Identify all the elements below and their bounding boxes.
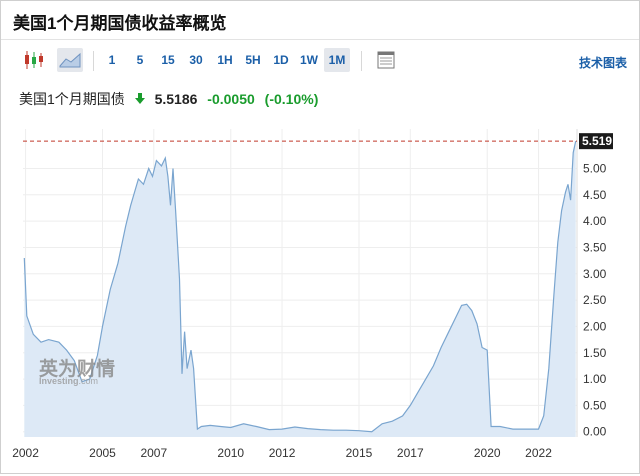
technical-chart-link[interactable]: 技术图表	[579, 54, 627, 71]
yield-chart: 0.00 0.50 1.00 1.50 2.00 2.50 3.00 3.50 4.00 4.50…	[12, 129, 613, 460]
interval-30[interactable]: 30	[183, 48, 209, 72]
toolbar-divider	[361, 51, 362, 71]
interval-1d[interactable]: 1D	[268, 48, 294, 72]
quote-bar: 美国1个月期国债 5.5186 -0.0050 (-0.10%)	[19, 89, 324, 109]
y-tick-label: 4.50	[583, 188, 607, 202]
area-chart-icon[interactable]	[57, 48, 83, 72]
last-value-label: 5.519	[582, 134, 612, 148]
interval-1h[interactable]: 1H	[212, 48, 238, 72]
widget-header: 美国1个月期国债收益率概览	[1, 1, 639, 40]
y-tick-label: 0.00	[583, 425, 607, 439]
x-tick-label: 2010	[217, 446, 244, 460]
last-value-tag: 5.519	[579, 133, 613, 150]
x-tick-label: 2012	[269, 446, 296, 460]
x-tick-label: 2020	[474, 446, 501, 460]
price-change: -0.0050	[207, 91, 255, 107]
interval-1w[interactable]: 1W	[295, 48, 323, 72]
x-tick-label: 2005	[89, 446, 116, 460]
last-price: 5.5186	[154, 91, 198, 107]
interval-5[interactable]: 5	[130, 48, 150, 72]
candlestick-icon[interactable]	[21, 48, 47, 72]
y-tick-label: 4.00	[583, 214, 607, 228]
price-change-percent: (-0.10%)	[264, 91, 319, 107]
interval-5h[interactable]: 5H	[240, 48, 266, 72]
table-icon[interactable]	[373, 48, 399, 72]
x-tick-label: 2022	[525, 446, 552, 460]
y-tick-label: 0.50	[583, 398, 607, 412]
watermark-sub: Investing.com	[39, 376, 98, 386]
interval-1m[interactable]: 1M	[324, 48, 350, 72]
chart-toolbar: 1 5 15 30 1H 5H 1D 1W 1M 技术图表	[1, 44, 639, 76]
x-tick-label: 2015	[346, 446, 373, 460]
y-tick-label: 3.00	[583, 267, 607, 281]
y-tick-label: 2.00	[583, 319, 607, 333]
x-tick-label: 2002	[12, 446, 39, 460]
y-tick-label: 1.50	[583, 346, 607, 360]
instrument-name: 美国1个月期国债	[19, 91, 125, 107]
x-tick-label: 2007	[140, 446, 167, 460]
y-tick-label: 3.50	[583, 240, 607, 254]
interval-15[interactable]: 15	[155, 48, 181, 72]
chart-area: 0.00 0.50 1.00 1.50 2.00 2.50 3.00 3.50 4.00 4.50…	[1, 121, 639, 471]
y-tick-label: 1.00	[583, 372, 607, 386]
down-arrow-icon	[134, 91, 149, 107]
series-area	[24, 141, 576, 437]
interval-1[interactable]: 1	[102, 48, 122, 72]
page-title: 美国1个月期国债收益率概览	[13, 14, 227, 33]
toolbar-divider	[93, 51, 94, 71]
y-tick-label: 5.00	[583, 161, 607, 175]
x-tick-label: 2017	[397, 446, 424, 460]
y-tick-label: 2.50	[583, 293, 607, 307]
chart-widget: 美国1个月期国债收益率概览 1 5 15 30 1H 5H 1D 1W 1M 技…	[0, 0, 640, 474]
